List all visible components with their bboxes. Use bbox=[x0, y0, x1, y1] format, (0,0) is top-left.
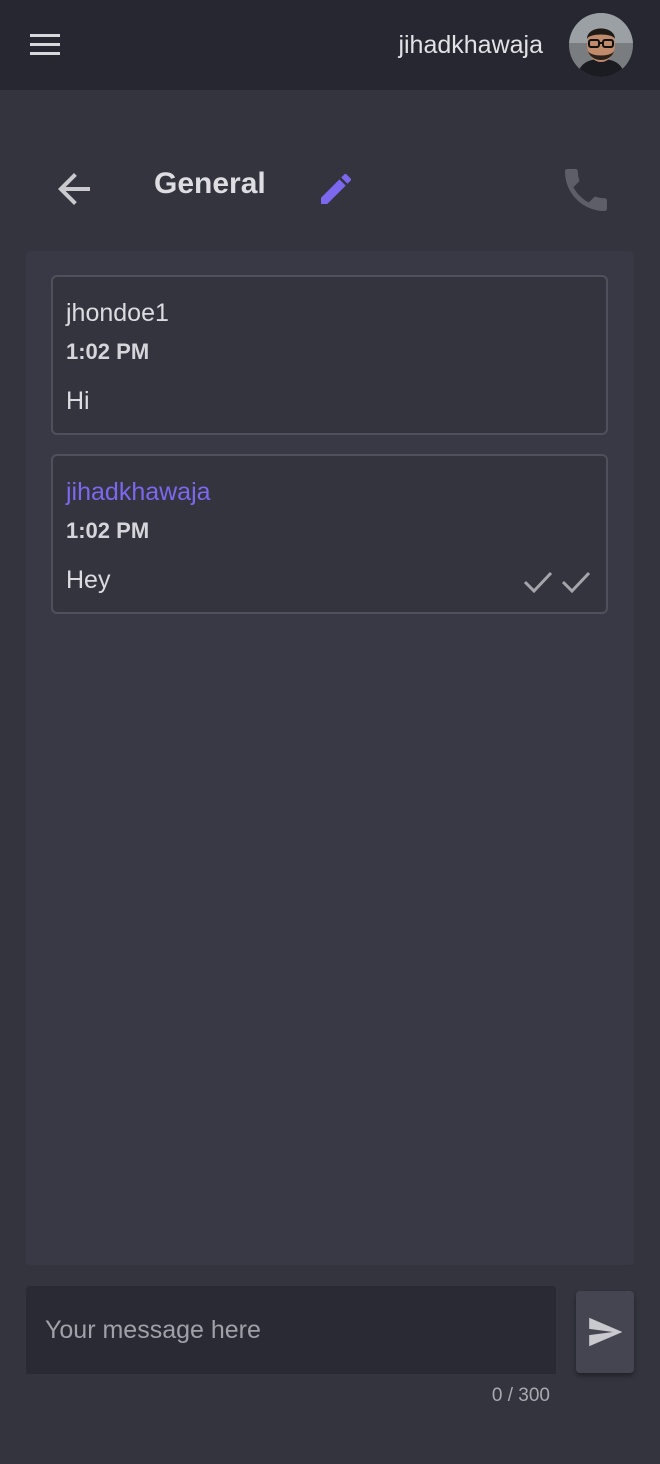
message-time: 1:02 PM bbox=[66, 518, 150, 543]
room-title: General bbox=[154, 167, 266, 200]
avatar[interactable] bbox=[569, 13, 633, 77]
edit-room-button[interactable] bbox=[316, 169, 356, 209]
message-time: 1:02 PM bbox=[66, 339, 150, 364]
double-check-icon bbox=[523, 571, 591, 594]
arrow-back-icon bbox=[58, 173, 90, 205]
avatar-image bbox=[569, 13, 633, 77]
menu-icon bbox=[30, 34, 60, 55]
message-item: jihadkhawaja 1:02 PM Hey bbox=[51, 454, 608, 614]
message-text: Hi bbox=[66, 387, 90, 415]
message-input[interactable] bbox=[26, 1286, 556, 1374]
message-composer bbox=[26, 1286, 556, 1374]
message-author: jhondoe1 bbox=[66, 299, 169, 327]
app-bar: jihadkhawaja bbox=[0, 0, 660, 90]
phone-icon bbox=[565, 169, 607, 211]
current-username: jihadkhawaja bbox=[398, 31, 543, 59]
send-button[interactable] bbox=[576, 1291, 634, 1373]
character-counter: 0 / 300 bbox=[491, 1385, 550, 1406]
message-text: Hey bbox=[66, 566, 111, 594]
menu-button[interactable] bbox=[22, 25, 66, 65]
call-button[interactable] bbox=[558, 162, 614, 218]
message-author: jihadkhawaja bbox=[66, 478, 211, 506]
pencil-icon bbox=[321, 173, 352, 204]
chat-header: General bbox=[0, 150, 660, 230]
message-item: jhondoe1 1:02 PM Hi bbox=[51, 275, 608, 435]
messages-panel: jhondoe1 1:02 PM Hi jihadkhawaja 1:02 PM… bbox=[26, 251, 634, 1265]
send-icon bbox=[589, 1317, 623, 1347]
back-button[interactable] bbox=[50, 165, 98, 213]
